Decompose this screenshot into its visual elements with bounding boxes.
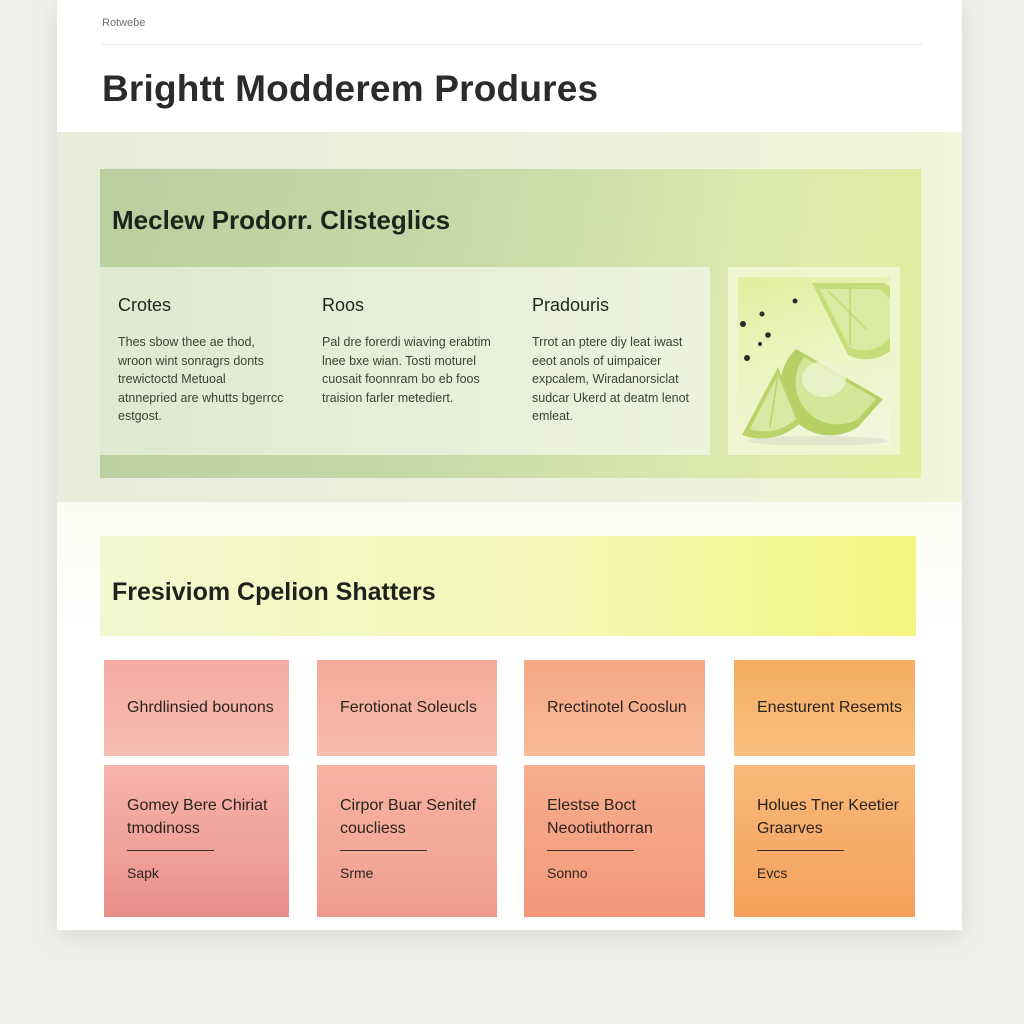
document-page: Rotweɓe Brightt Modderem Produres Meclew… [57,0,962,930]
tile-footer: Sonno [547,865,588,881]
category-tile[interactable]: Rrectinotel Cooslun [524,660,705,756]
tile-divider [340,850,427,851]
tile-divider [757,850,844,851]
tile-label: Gomey Bere Chiriat tmodinoss [127,797,268,837]
info-column: Roos Pal dre forerdi wiaving erabtim lne… [322,295,492,407]
column-heading: Crotes [118,295,172,315]
banner-title: Fresiviom Cpelion Shatters [112,578,436,606]
tile-label: Holues Tner Keetier Graarves [757,797,899,837]
column-text: Trrot an ptere diy leat iwast eeot anols… [532,335,690,423]
product-categories-panel: Meclew Prodorr. Clisteglics Crotes Thes … [100,169,921,478]
column-text: Pal dre forerdi wiaving erabtim lnee bxe… [322,335,491,405]
category-tile[interactable]: Ferotionat Soleucls [317,660,497,756]
category-tile[interactable]: Enesturent Resemts [734,660,915,756]
product-tile[interactable]: Gomey Bere Chiriat tmodinoss Sapk [104,765,289,917]
tile-footer: Sapk [127,865,159,881]
info-column: Crotes Thes sbow thee ae thod, wroon win… [118,295,288,426]
tile-label: Ghrdlinsied bounons [127,699,274,716]
featured-banner: Fresiviom Cpelion Shatters [100,536,916,636]
page-header: Rotweɓe Brightt Modderem Produres [57,0,962,132]
tile-label: Cirpor Buar Senitef coucliess [340,797,477,837]
product-tile[interactable]: Holues Tner Keetier Graarves Evcs [734,765,915,917]
product-image [738,277,907,446]
product-tile[interactable]: Cirpor Buar Senitef coucliess Srme [317,765,497,917]
product-image-card[interactable] [728,267,907,455]
lime-slices-icon [740,283,907,446]
tile-divider [547,850,634,851]
info-column: Pradouris Trrot an ptere diy leat iwast … [532,295,702,426]
tile-divider [127,850,214,851]
column-heading: Roos [322,295,365,315]
category-tile[interactable]: Ghrdlinsied bounons [104,660,289,756]
section-title: Meclew Prodorr. Clisteglics [112,205,451,235]
tile-label: Ferotionat Soleucls [340,699,477,716]
column-heading: Pradouris [532,295,610,315]
product-tile[interactable]: Elestse Boct Neootiuthorran Sonno [524,765,705,917]
column-text: Thes sbow thee ae thod, wroon wint sonra… [118,335,284,423]
info-card: Crotes Thes sbow thee ae thod, wroon win… [100,267,710,455]
page-title: Brightt Modderem Produres [102,68,599,109]
tile-label: Elestse Boct Neootiuthorran [547,797,653,837]
header-divider [102,44,922,45]
tile-footer: Evcs [757,865,788,881]
tile-footer: Srme [340,865,374,881]
breadcrumb[interactable]: Rotweɓe [102,17,145,29]
tile-label: Enesturent Resemts [757,699,902,716]
tile-label: Rrectinotel Cooslun [547,699,687,716]
